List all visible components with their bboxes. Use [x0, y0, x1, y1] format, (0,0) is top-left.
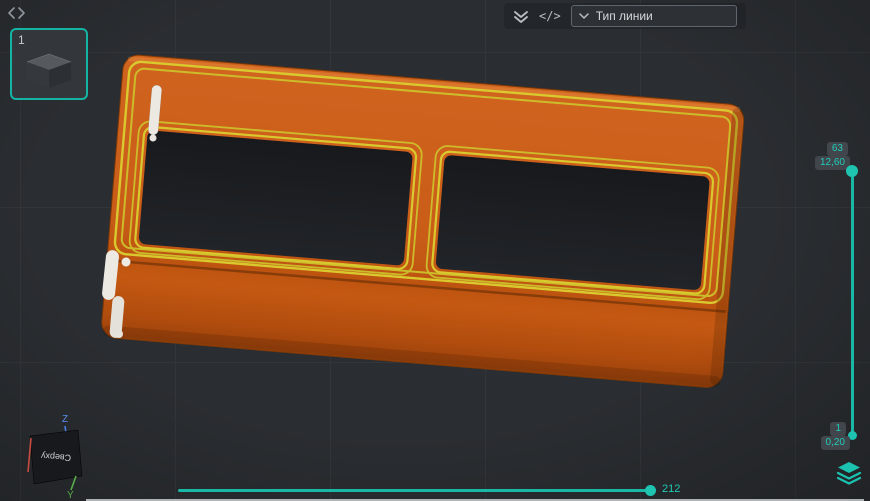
- model-opening-left: [138, 130, 413, 266]
- move-slider-value: 212: [662, 483, 680, 495]
- move-slider-handle[interactable]: [645, 485, 656, 496]
- layer-upper-number: 63: [827, 142, 848, 156]
- panel-collapse-button[interactable]: [6, 6, 28, 20]
- support-blob-3: [122, 258, 131, 267]
- x-axis-line: [28, 438, 31, 472]
- support-blob-4: [115, 330, 123, 338]
- double-chevron-down-icon: [513, 9, 529, 24]
- y-axis-line: [71, 476, 76, 490]
- y-axis-label: Y: [67, 490, 74, 500]
- model-opening-right: [435, 155, 710, 291]
- layer-slider-upper-handle[interactable]: [846, 165, 858, 177]
- viewport[interactable]: 1 </> Тип линии 63 12,60 1 0,20: [0, 0, 870, 501]
- view-gizmo[interactable]: Z Сверху Y: [18, 406, 92, 500]
- view-name-label: Сверху: [40, 451, 71, 463]
- layer-lower-number: 1: [830, 422, 846, 436]
- sliced-model-preview[interactable]: [0, 0, 870, 501]
- plate-index: 1: [18, 33, 25, 47]
- support-dot: [150, 135, 157, 142]
- layers-button[interactable]: [835, 459, 863, 487]
- layer-upper-height: 12,60: [815, 156, 850, 170]
- preview-toolbar: </> Тип линии: [504, 3, 746, 29]
- layer-lower-height: 0,20: [821, 436, 850, 450]
- line-type-select-value: Тип линии: [596, 9, 653, 23]
- line-type-select[interactable]: Тип линии: [571, 5, 737, 27]
- layers-icon: [835, 459, 863, 487]
- plate-thumbnail[interactable]: 1: [10, 28, 88, 100]
- angle-brackets-icon: [6, 6, 28, 20]
- legend-toggle-button[interactable]: [513, 9, 529, 24]
- z-axis-label: Z: [62, 414, 68, 425]
- chevron-down-icon: [579, 13, 589, 20]
- layer-slider-track[interactable]: [851, 176, 854, 437]
- gcode-icon[interactable]: </>: [539, 9, 561, 23]
- move-slider-track[interactable]: [178, 489, 650, 492]
